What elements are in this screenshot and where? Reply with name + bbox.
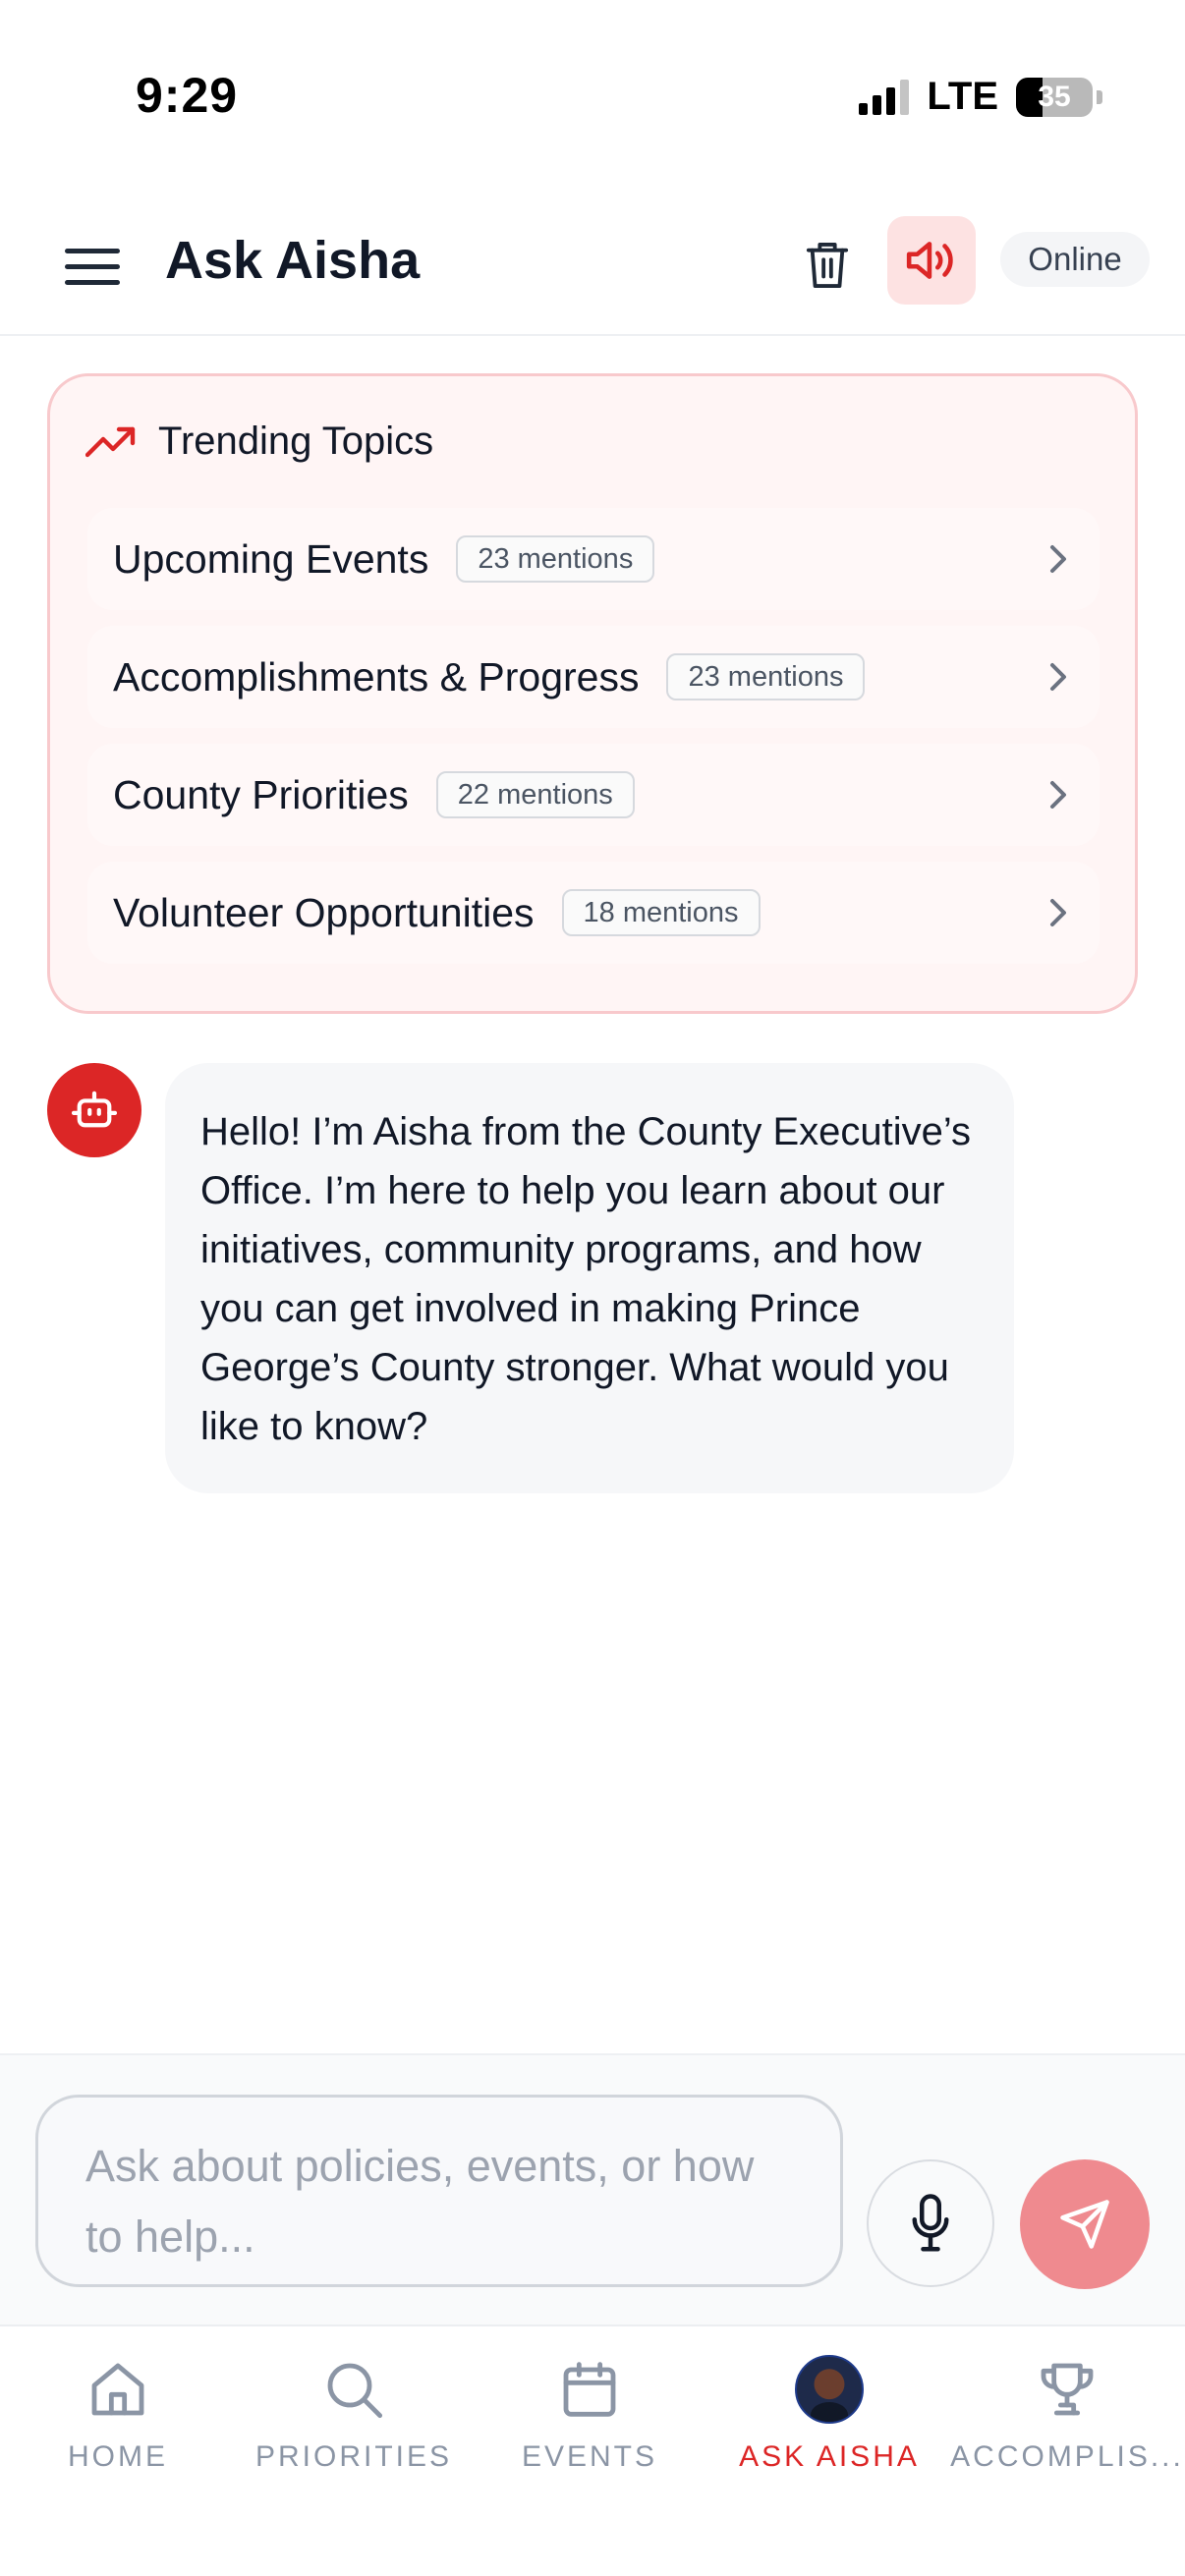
mentions-badge: 23 mentions	[456, 535, 655, 583]
status-bar: 9:29 LTE 35	[0, 0, 1185, 196]
calendar-icon	[552, 2352, 627, 2427]
status-indicators: LTE 35	[859, 75, 1102, 119]
composer: Ask about policies, events, or how to he…	[0, 2053, 1185, 2324]
battery-level: 35	[1038, 80, 1071, 113]
send-button[interactable]	[1020, 2159, 1150, 2289]
topic-item-accomplishments[interactable]: Accomplishments & Progress 23 mentions	[87, 626, 1100, 728]
nav-label: PRIORITIES	[254, 2440, 453, 2473]
bot-icon	[72, 1091, 117, 1128]
app-header: Ask Aisha Online	[0, 196, 1185, 336]
nav-label: HOME	[68, 2440, 168, 2473]
menu-icon[interactable]	[65, 238, 122, 295]
mentions-badge: 18 mentions	[561, 889, 761, 936]
search-icon	[316, 2352, 391, 2427]
topic-item-volunteer[interactable]: Volunteer Opportunities 18 mentions	[87, 862, 1100, 964]
bot-message-bubble: Hello! I’m Aisha from the County Executi…	[165, 1063, 1014, 1493]
network-label: LTE	[927, 75, 998, 118]
mentions-badge: 23 mentions	[666, 653, 866, 700]
chevron-right-icon	[1041, 541, 1076, 577]
home-icon	[81, 2352, 155, 2427]
speaker-icon	[906, 242, 953, 279]
trending-title: Trending Topics	[158, 420, 434, 463]
topic-item-upcoming-events[interactable]: Upcoming Events 23 mentions	[87, 508, 1100, 610]
battery-icon: 35	[1016, 77, 1093, 117]
voice-output-toggle[interactable]	[887, 216, 976, 305]
topic-label: Accomplishments & Progress	[113, 653, 640, 700]
topic-label: Upcoming Events	[113, 535, 429, 582]
nav-label: ACCOMPLIS...	[950, 2440, 1184, 2473]
send-icon	[1060, 2200, 1109, 2249]
microphone-icon	[912, 2194, 949, 2252]
chevron-right-icon	[1041, 895, 1076, 930]
clear-chat-button[interactable]	[792, 226, 863, 305]
bot-message-text: Hello! I’m Aisha from the County Executi…	[200, 1110, 972, 1448]
message-input[interactable]: Ask about policies, events, or how to he…	[35, 2095, 843, 2287]
mentions-badge: 22 mentions	[435, 771, 635, 818]
nav-item-accomplishments[interactable]: ACCOMPLIS...	[949, 2352, 1185, 2499]
nav-item-events[interactable]: EVENTS	[472, 2352, 707, 2499]
trash-icon	[806, 243, 849, 288]
nav-label: ASK AISHA	[739, 2440, 920, 2473]
trending-up-icon	[85, 426, 136, 457]
topic-item-county-priorities[interactable]: County Priorities 22 mentions	[87, 744, 1100, 846]
chevron-right-icon	[1041, 777, 1076, 812]
status-time: 9:29	[136, 68, 239, 123]
avatar	[795, 2355, 864, 2424]
bottom-nav: HOME PRIORITIES EVENTS ASK AISHA ACCOMPL…	[0, 2324, 1185, 2576]
nav-label: EVENTS	[521, 2440, 658, 2473]
trophy-icon	[1030, 2352, 1104, 2427]
voice-input-button[interactable]	[867, 2159, 994, 2287]
status-badge: Online	[1000, 232, 1150, 287]
nav-item-home[interactable]: HOME	[0, 2352, 236, 2499]
nav-item-ask-aisha[interactable]: ASK AISHA	[711, 2352, 947, 2499]
trending-header: Trending Topics	[85, 420, 433, 464]
topic-label: County Priorities	[113, 771, 409, 817]
page-title: Ask Aisha	[165, 231, 421, 290]
topic-label: Volunteer Opportunities	[113, 889, 535, 935]
bot-avatar	[47, 1063, 141, 1157]
avatar-container	[792, 2352, 867, 2427]
chevron-right-icon	[1041, 659, 1076, 695]
nav-item-priorities[interactable]: PRIORITIES	[236, 2352, 472, 2499]
signal-icon	[859, 79, 910, 115]
trending-topics-card: Trending Topics Upcoming Events 23 menti…	[47, 373, 1138, 1014]
